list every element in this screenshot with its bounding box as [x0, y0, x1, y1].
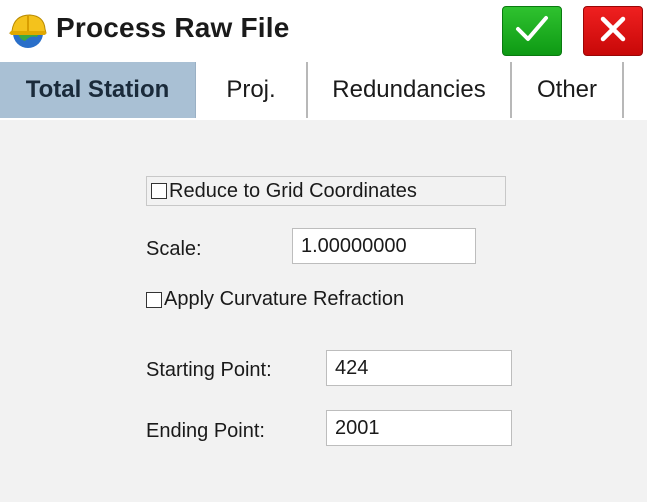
tab-total-station[interactable]: Total Station: [0, 62, 196, 118]
tab-proj[interactable]: Proj.: [196, 62, 308, 118]
tab-other[interactable]: Other: [512, 62, 624, 118]
curvature-checkbox[interactable]: [146, 291, 162, 308]
reduce-grid-label: Reduce to Grid Coordinates: [169, 179, 417, 202]
scale-label: Scale:: [146, 238, 202, 260]
starting-point-input[interactable]: 424: [326, 350, 512, 386]
tab-content-total-station: Reduce to Grid Coordinates Scale: 1.0000…: [0, 120, 647, 502]
title-bar: Process Raw File: [0, 0, 647, 62]
ending-point-input[interactable]: 2001: [326, 410, 512, 446]
checkmark-icon: [515, 14, 549, 49]
cancel-button[interactable]: [583, 6, 643, 56]
reduce-grid-checkbox-row[interactable]: Reduce to Grid Coordinates: [146, 176, 506, 206]
reduce-grid-checkbox[interactable]: [151, 183, 167, 199]
ending-point-label: Ending Point:: [146, 420, 265, 442]
tab-redundancies[interactable]: Redundancies: [308, 62, 512, 118]
process-raw-file-window: Process Raw File Total Station Proj. Red…: [0, 0, 647, 502]
scale-input[interactable]: 1.00000000: [292, 228, 476, 264]
starting-point-label: Starting Point:: [146, 359, 272, 381]
tab-bar: Total Station Proj. Redundancies Other: [0, 62, 647, 122]
hard-hat-globe-icon: [8, 11, 48, 51]
close-icon: [599, 15, 627, 48]
window-title: Process Raw File: [56, 12, 290, 43]
curvature-label: Apply Curvature Refraction: [164, 288, 405, 310]
ok-button[interactable]: [502, 6, 562, 56]
curvature-checkbox-row[interactable]: Apply Curvature Refraction: [146, 288, 404, 311]
